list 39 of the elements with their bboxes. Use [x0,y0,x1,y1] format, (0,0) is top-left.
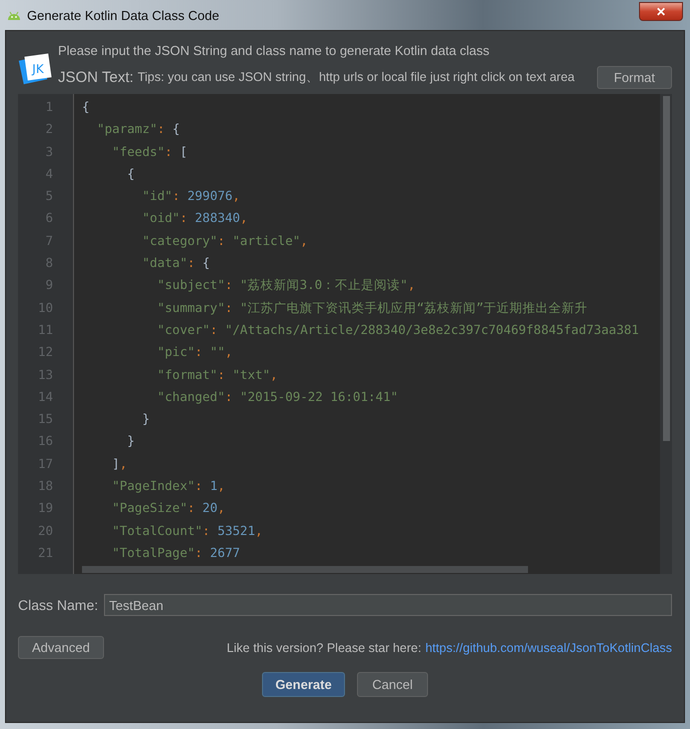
format-button[interactable]: Format [596,66,672,89]
logo: JK [18,51,52,87]
advanced-button[interactable]: Advanced [18,636,104,659]
cancel-button[interactable]: Cancel [357,672,428,697]
code-line: "cover": "/Attachs/Article/288340/3e8e2c397c70469f8845fad73aa381 [156,320,639,339]
code-line: "changed": "2015-09-22 16:01:41" [156,388,398,406]
code-line: "summary": "江苏广电旗下资讯类手机应用“荔枝新闻”于近期推出全新升 [156,298,588,317]
star-text: Like this version? Please star here: [226,640,422,654]
code-line: "TotalCount": 53521, [111,522,263,540]
code-line: "format": "txt", [156,366,278,384]
code-line: "feeds": [ [111,142,188,161]
code-line: "pic": "", [156,343,233,362]
code-line: "oid": 288340, [141,209,248,228]
github-link[interactable]: https://github.com/wuseal/JsonToKotlinClass [425,640,672,654]
code-line: } [141,410,150,428]
json-text-label: JSON Text: [58,69,134,86]
class-name-label: Class Name: [18,597,98,613]
json-editor[interactable] [18,94,672,574]
class-name-field[interactable]: TestBean [104,594,672,616]
code-line: { [82,98,90,116]
horizontal-scrollbar[interactable] [82,566,528,573]
tips-text: Tips: you can use JSON string、http urls or local file just right click on text area [138,69,576,86]
code-line: "TotalPage": 2677 [111,544,240,562]
code-line: "data": { [141,254,210,272]
close-button[interactable]: ✕ [639,2,683,21]
code-line: } [126,432,135,450]
description-text: Please input the JSON String and class name to generate Kotlin data class [58,43,490,58]
code-line: "subject": "荔枝新闻3.0：不止是阅读", [156,276,416,294]
code-line: "PageSize": 20, [111,499,226,518]
code-line: ], [111,454,128,473]
code-line: "PageIndex": 1, [111,477,226,496]
generate-button[interactable]: Generate [262,672,345,697]
code-line: "paramz": { [96,120,180,138]
code-line: "id": 299076, [141,187,240,206]
code-line: { [126,164,135,183]
code-line: "category": "article", [141,232,308,250]
window-title: Generate Kotlin Data Class Code [27,8,220,22]
vertical-scrollbar[interactable] [663,96,670,441]
android-icon [7,10,21,20]
